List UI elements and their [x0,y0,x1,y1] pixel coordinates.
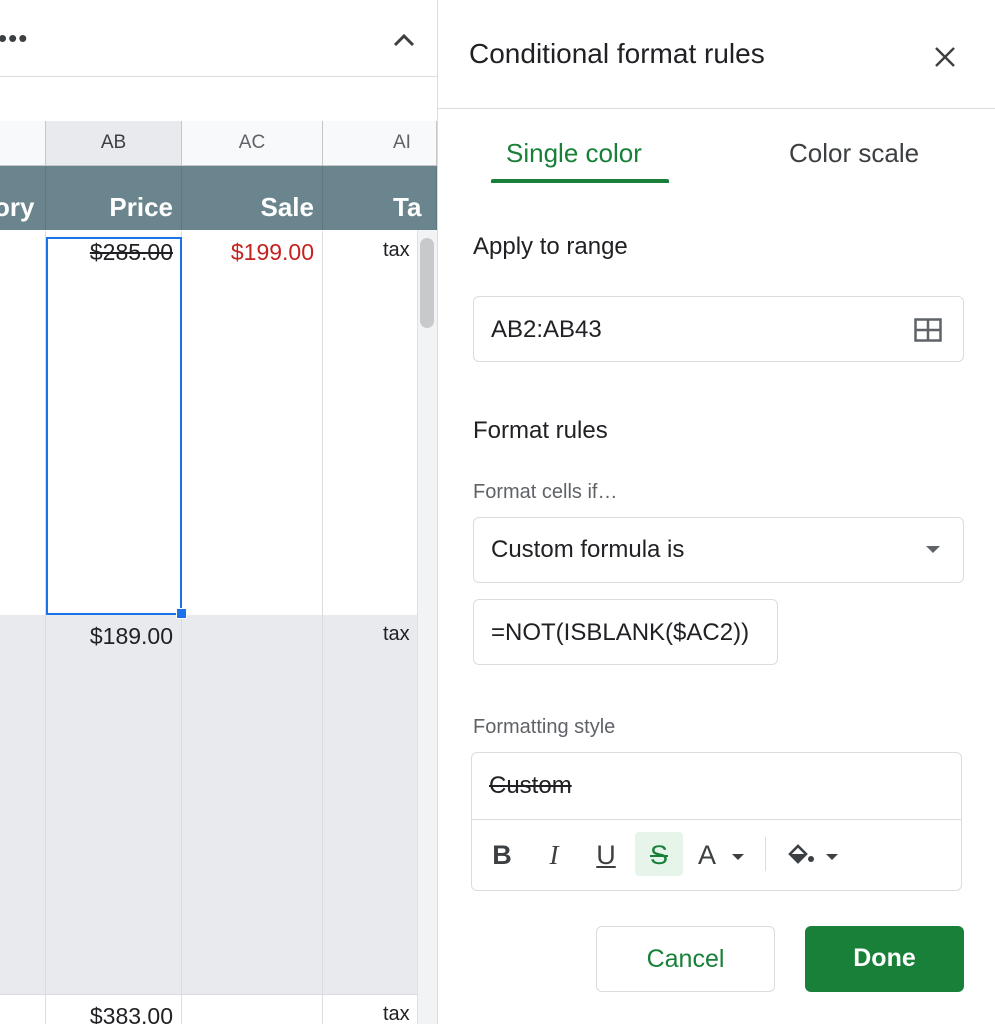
table-row: $383.00 tax [0,995,418,1024]
scrollbar-thumb[interactable] [420,238,434,328]
column-header-bar: AB AC AI [0,121,437,166]
vertical-scrollbar[interactable] [417,230,437,1024]
paint-bucket-icon [788,844,814,864]
column-header-ac[interactable]: AC [182,121,323,165]
select-range-grid-icon[interactable] [914,318,942,342]
caret-down-icon [732,854,744,860]
table-row: $285.00 $199.00 tax [0,231,418,616]
header-cell-price[interactable]: Price [46,166,182,230]
active-tab-indicator [491,179,669,183]
table-cell-sale[interactable] [182,615,323,994]
bold-button[interactable]: B [480,832,524,876]
spreadsheet-area: ••• AB AC AI ory Price Sale Ta $285.00 $… [0,0,437,1024]
table-cell-price[interactable]: $189.00 [46,615,182,994]
column-header-ab[interactable]: AB [46,121,182,165]
panel-header: Conditional format rules [438,0,995,109]
table-cell-tax[interactable]: tax [323,231,418,615]
custom-formula-input[interactable]: =NOT(ISBLANK($AC2)) [473,599,778,665]
header-cell-tax[interactable]: Ta [323,166,437,230]
fill-color-button[interactable] [780,832,842,876]
formula-bar[interactable] [0,77,437,122]
sheet-header-row: ory Price Sale Ta [0,166,437,230]
formatting-style-box: Custom B I U S A [471,752,962,891]
text-color-button[interactable]: A [694,832,754,876]
tab-color-scale[interactable]: Color scale [789,138,919,169]
underline-button[interactable]: U [584,832,628,876]
done-button[interactable]: Done [805,926,964,992]
table-cell-tax[interactable]: tax [323,615,418,994]
table-cell[interactable] [0,615,46,994]
format-rules-title: Format rules [473,417,608,444]
text-color-icon: A [698,840,717,870]
style-preview-dropdown[interactable]: Custom [472,753,961,820]
table-cell-sale[interactable]: $199.00 [182,231,323,615]
cancel-button[interactable]: Cancel [596,926,775,992]
panel-title: Conditional format rules [469,38,765,69]
toolbar-divider [765,837,766,871]
range-value: AB2:AB43 [491,316,602,343]
more-horizontal-icon[interactable]: ••• [0,25,28,51]
header-cell-category[interactable]: ory [0,166,46,230]
condition-dropdown[interactable]: Custom formula is [473,517,964,583]
range-input[interactable]: AB2:AB43 [473,296,964,362]
column-header-aa[interactable] [0,121,46,165]
dropdown-caret-icon [926,546,940,553]
table-cell[interactable] [0,995,46,1024]
format-cells-if-label: Format cells if… [473,481,618,503]
formatting-style-label: Formatting style [473,716,616,738]
style-preview-text: Custom [489,772,572,799]
formula-value: =NOT(ISBLANK($AC2)) [491,619,750,646]
close-icon[interactable] [930,42,960,72]
table-row: $189.00 tax [0,615,418,995]
selection-fill-handle[interactable] [176,608,187,619]
header-cell-sale[interactable]: Sale [182,166,323,230]
sheet-toolbar: ••• [0,0,437,77]
table-cell-tax[interactable]: tax [323,995,418,1024]
tab-single-color[interactable]: Single color [506,138,642,169]
chevron-up-icon[interactable] [390,28,418,52]
column-header-ad[interactable]: AI [323,121,437,165]
table-cell[interactable] [0,231,46,615]
conditional-format-panel: Conditional format rules Single color Co… [437,0,995,1024]
italic-button[interactable]: I [532,832,576,876]
table-cell-sale[interactable] [182,995,323,1024]
table-cell-price[interactable]: $383.00 [46,995,182,1024]
condition-value: Custom formula is [491,536,685,563]
apply-to-range-title: Apply to range [473,233,628,260]
caret-down-icon [826,854,838,860]
strikethrough-button[interactable]: S [635,832,683,876]
table-cell-price[interactable]: $285.00 [46,231,182,615]
